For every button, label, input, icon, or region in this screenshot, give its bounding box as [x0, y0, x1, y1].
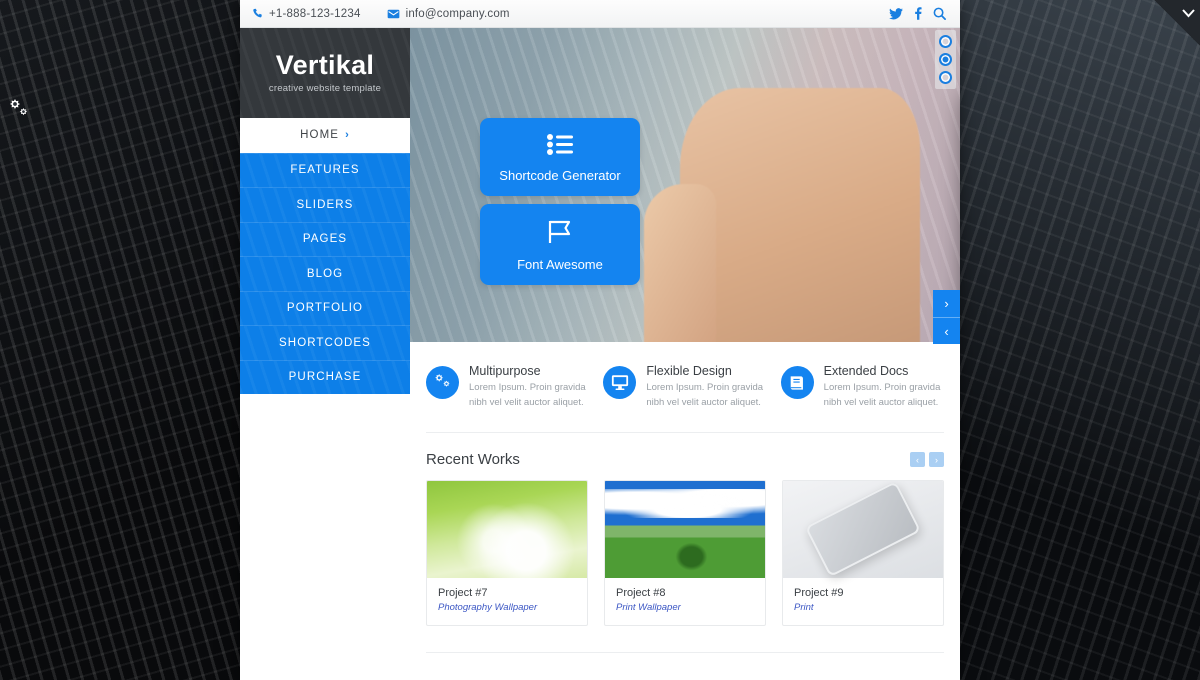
nav-item-features-label: FEATURES [290, 164, 360, 177]
hand-photo [644, 88, 920, 342]
section-divider-bottom [426, 652, 944, 654]
nav-item-purchase-label: PURCHASE [288, 371, 362, 384]
hero-bullet-1[interactable] [939, 35, 952, 48]
feature-extended-docs-title: Extended Docs [823, 364, 909, 378]
logo-tagline: creative website template [268, 83, 382, 94]
feature-multipurpose[interactable]: Multipurpose Lorem Ipsum. Proin gravida … [426, 364, 589, 410]
site-logo[interactable]: Vertikal creative website template [240, 28, 410, 118]
work-title: Project #8 [616, 587, 666, 600]
main-navigation: HOME › FEATURES SLIDERS PAGES BLOG PORTF… [240, 118, 410, 394]
hero-slider: Shortcode Generator Font Awesome [410, 28, 960, 342]
hero-slider-bullets [935, 30, 956, 89]
nav-item-sliders-label: SLIDERS [296, 198, 354, 211]
feature-extended-docs[interactable]: Extended Docs Lorem Ipsum. Proin gravida… [780, 364, 944, 410]
hero-next-button[interactable]: › [933, 290, 960, 317]
hero-box-font-awesome[interactable]: Font Awesome [480, 204, 640, 285]
works-next-button[interactable]: › [929, 452, 944, 468]
feature-multipurpose-desc: Lorem Ipsum. Proin gravida nibh vel veli… [469, 382, 586, 408]
search-icon[interactable] [933, 7, 946, 20]
green-leaves-photo [427, 481, 587, 579]
hero-box-1-label: Shortcode Generator [499, 168, 621, 183]
hero-slider-arrows: › ‹ [933, 290, 960, 344]
hero-prev-button[interactable]: ‹ [933, 317, 960, 344]
work-title: Project #7 [438, 587, 488, 600]
hero-box-2-label: Font Awesome [517, 257, 603, 272]
logo-title: Vertikal [275, 50, 375, 80]
work-card[interactable]: Project #7 Photography Wallpaper [426, 480, 588, 627]
corner-toggle-button[interactable] [1154, 0, 1200, 46]
top-contact-bar: +1-888-123-1234 info@company.com [240, 0, 960, 28]
recent-works-nav: ‹ › [910, 452, 944, 468]
hero-bullet-3[interactable] [939, 71, 952, 84]
nav-item-home[interactable]: HOME › [240, 118, 410, 153]
feature-extended-docs-desc: Lorem Ipsum. Proin gravida nibh vel veli… [823, 382, 941, 408]
works-prev-button[interactable]: ‹ [910, 452, 925, 468]
envelope-icon [387, 9, 399, 18]
feature-flexible-design-desc: Lorem Ipsum. Proin gravida nibh vel veli… [646, 382, 764, 408]
contact-phone[interactable]: +1-888-123-1234 [252, 8, 361, 20]
work-category[interactable]: Photography Wallpaper [438, 602, 576, 613]
nav-item-shortcodes[interactable]: SHORTCODES [240, 325, 410, 360]
work-card[interactable]: Project #9 Print [782, 480, 944, 627]
work-category[interactable]: Print Wallpaper [616, 602, 754, 613]
social-links [889, 7, 946, 20]
hero-box-shortcode-generator[interactable]: Shortcode Generator [480, 118, 640, 196]
nav-item-home-label: HOME [300, 129, 340, 142]
gears-settings-icon[interactable] [4, 96, 34, 126]
recent-works-header: Recent Works ‹ › [426, 433, 944, 480]
contact-phone-text: +1-888-123-1234 [269, 7, 361, 20]
website-preview: +1-888-123-1234 info@company.com Vertika… [240, 0, 960, 680]
nav-item-blog-label: BLOG [306, 267, 344, 280]
phone-icon [253, 8, 262, 18]
nav-item-pages-label: PAGES [302, 233, 348, 246]
feature-flexible-design[interactable]: Flexible Design Lorem Ipsum. Proin gravi… [603, 364, 766, 410]
nav-item-features[interactable]: FEATURES [240, 152, 410, 187]
features-row: Multipurpose Lorem Ipsum. Proin gravida … [426, 342, 944, 410]
facebook-icon[interactable] [914, 7, 922, 20]
contact-email[interactable]: info@company.com [387, 8, 510, 20]
nav-item-sliders[interactable]: SLIDERS [240, 187, 410, 222]
feature-multipurpose-title: Multipurpose [469, 364, 541, 378]
work-title: Project #9 [794, 587, 844, 600]
feature-flexible-design-title: Flexible Design [646, 364, 732, 378]
nav-item-purchase[interactable]: PURCHASE [240, 359, 410, 394]
flag-icon [488, 220, 632, 244]
chevron-right-icon: › [345, 129, 350, 142]
nav-item-pages[interactable]: PAGES [240, 221, 410, 256]
gears-icon [426, 366, 459, 399]
book-icon [780, 366, 814, 399]
recent-works-title: Recent Works [426, 451, 520, 469]
desktop-icon [603, 366, 637, 399]
hero-bullet-2[interactable] [939, 53, 952, 66]
contact-email-text: info@company.com [405, 7, 510, 20]
silver-iphone-photo [783, 481, 943, 579]
meadow-tree-photo [605, 481, 765, 579]
nav-item-blog[interactable]: BLOG [240, 256, 410, 291]
nav-item-shortcodes-label: SHORTCODES [279, 336, 371, 349]
work-card[interactable]: Project #8 Print Wallpaper [604, 480, 766, 627]
work-category[interactable]: Print [794, 602, 932, 613]
list-icon [488, 134, 632, 155]
recent-works-grid: Project #7 Photography Wallpaper Project… [426, 480, 944, 627]
nav-item-portfolio-label: PORTFOLIO [286, 302, 364, 315]
twitter-icon[interactable] [889, 7, 903, 20]
page-content: Multipurpose Lorem Ipsum. Proin gravida … [410, 342, 960, 680]
chevron-down-icon [1182, 9, 1195, 18]
nav-item-portfolio[interactable]: PORTFOLIO [240, 290, 410, 325]
